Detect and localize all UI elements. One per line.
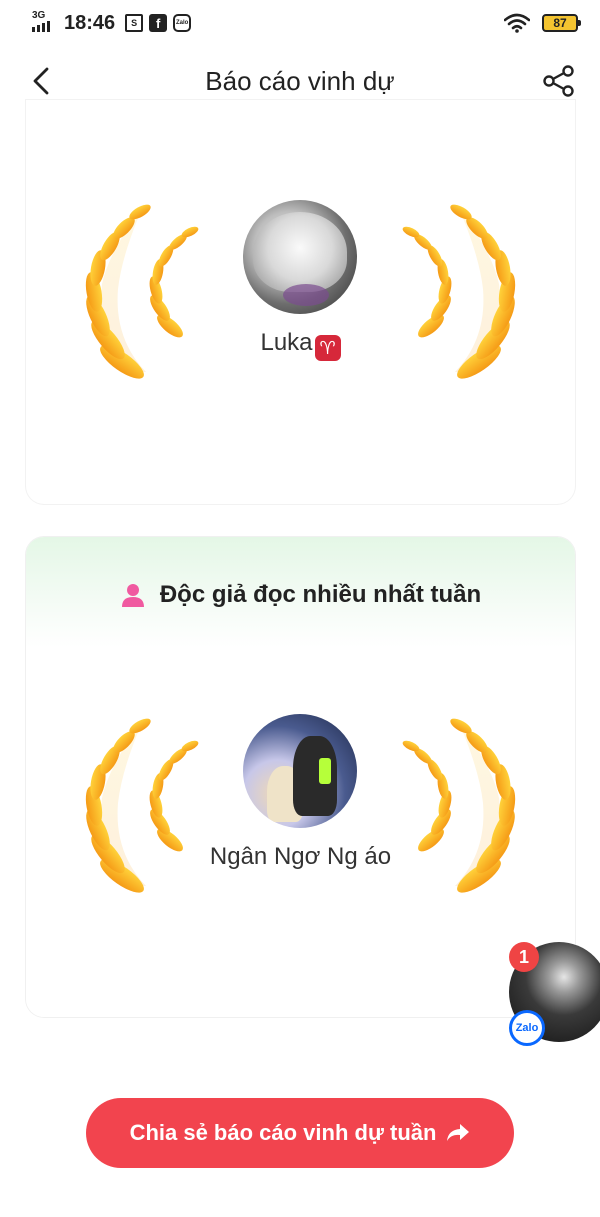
cellular-signal-icon: 3G [32, 10, 58, 34]
laurel-left-icon [74, 194, 204, 384]
chevron-left-icon [33, 67, 49, 95]
back-button[interactable] [24, 64, 58, 98]
honor-card-1: Luka ♈ [26, 100, 575, 504]
share-icon [543, 65, 574, 97]
screenshot-app-icon: S [125, 14, 144, 32]
zalo-app-icon: Zalo [173, 14, 192, 32]
laurel-right-icon [397, 194, 527, 384]
aries-icon: ♈ [314, 335, 341, 361]
user-name-text: Luka [260, 329, 313, 356]
laurel-right-icon [397, 708, 527, 898]
zalo-chat-head[interactable]: 1 Zalo [507, 940, 600, 1046]
laurel-left-icon [74, 708, 204, 898]
card-header: Độc giả đọc nhiều nhất tuần [26, 581, 575, 609]
share-report-label: Chia sẻ báo cáo vinh dự tuần [129, 1120, 437, 1145]
honor-card-2: Độc giả đọc nhiều nhất tuần Ngân Ngơ Ng … [26, 537, 575, 1017]
card-title: Độc giả đọc nhiều nhất tuần [159, 581, 482, 608]
share-button[interactable] [540, 62, 578, 100]
unread-badge: 1 [509, 942, 539, 972]
status-bar: 3G 18:46 S f Zalo 87 [0, 0, 600, 46]
share-report-button[interactable]: Chia sẻ báo cáo vinh dự tuần [86, 1098, 514, 1168]
network-type: 3G [32, 10, 46, 21]
battery-level: 87 [553, 16, 567, 30]
user-name[interactable]: Ngân Ngơ Ng áo [186, 842, 415, 872]
forward-arrow-icon [447, 1124, 470, 1141]
wifi-icon [504, 13, 530, 33]
status-time: 18:46 [64, 11, 116, 34]
facebook-app-icon: f [149, 14, 168, 32]
page-title: Báo cáo vinh dự [205, 65, 395, 96]
status-left: 3G 18:46 S f Zalo [32, 10, 192, 35]
user-name[interactable]: Luka ♈ [186, 328, 415, 361]
avatar[interactable] [243, 714, 357, 828]
avatar[interactable] [243, 200, 357, 314]
zalo-logo-icon: Zalo [509, 1010, 545, 1046]
reader-icon [121, 584, 144, 607]
status-right: 87 [504, 13, 581, 33]
battery-icon: 87 [542, 14, 581, 32]
